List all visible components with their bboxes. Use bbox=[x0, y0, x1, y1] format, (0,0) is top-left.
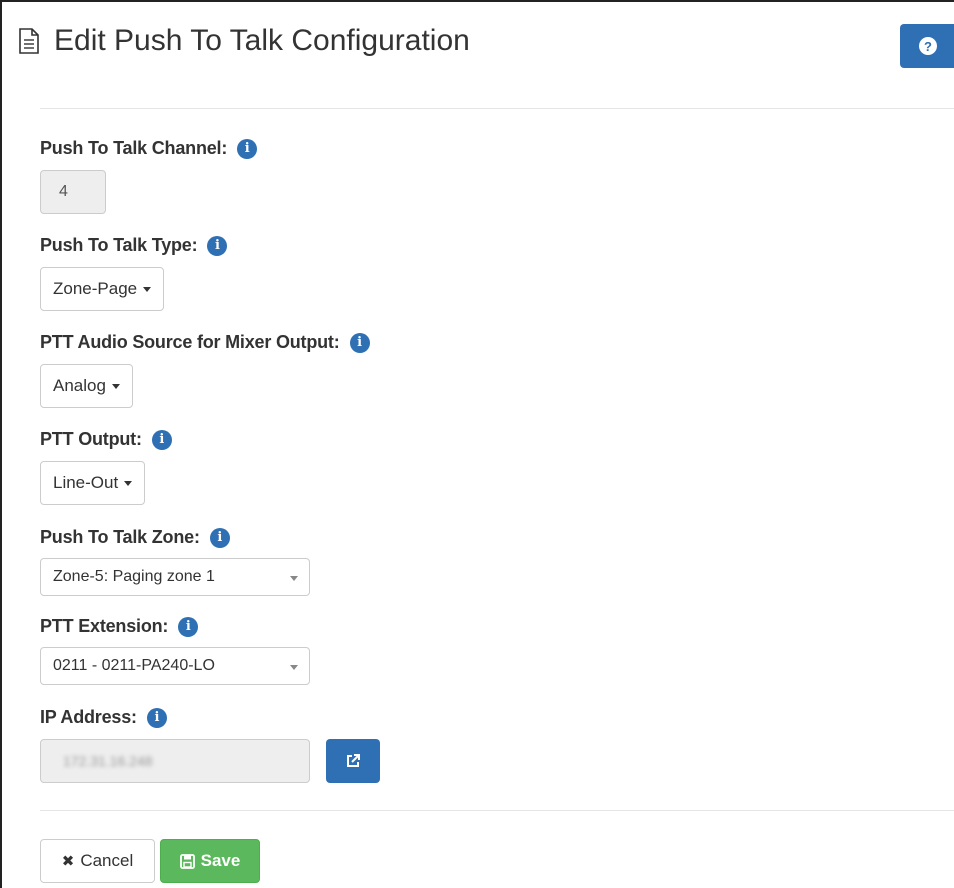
output-label: PTT Output: i bbox=[40, 429, 172, 450]
info-icon[interactable]: i bbox=[349, 332, 370, 353]
caret-down-icon bbox=[290, 576, 298, 581]
save-button-label: Save bbox=[200, 851, 241, 870]
info-icon[interactable]: i bbox=[151, 429, 172, 450]
type-dropdown[interactable]: Zone-Page bbox=[40, 267, 165, 311]
close-icon: ✖ bbox=[61, 853, 75, 870]
page-frame: Edit Push To Talk Configuration ? Push T… bbox=[0, 0, 954, 888]
ip-address-field: 172.31.16.248 bbox=[40, 739, 310, 783]
output-dropdown[interactable]: Line-Out bbox=[40, 461, 146, 505]
help-button[interactable]: ? bbox=[900, 24, 954, 68]
extension-select[interactable]: 0211 - 0211-PA240-LO bbox=[40, 647, 310, 685]
type-label: Push To Talk Type: i bbox=[40, 235, 228, 256]
info-icon[interactable]: i bbox=[146, 707, 167, 728]
info-icon[interactable]: i bbox=[178, 616, 199, 637]
audio-source-label-text: PTT Audio Source for Mixer Output: bbox=[40, 332, 340, 352]
ip-address-value: 172.31.16.248 bbox=[63, 753, 153, 769]
page-title: Edit Push To Talk Configuration bbox=[54, 24, 470, 57]
save-button[interactable]: Save bbox=[160, 839, 260, 883]
info-icon[interactable]: i bbox=[237, 138, 258, 159]
divider-bottom bbox=[40, 810, 954, 811]
cancel-button[interactable]: ✖ Cancel bbox=[40, 839, 155, 883]
external-link-icon bbox=[347, 754, 360, 767]
channel-label-text: Push To Talk Channel: bbox=[40, 138, 228, 158]
caret-down-icon bbox=[124, 480, 133, 486]
audio-source-label: PTT Audio Source for Mixer Output: i bbox=[40, 332, 370, 353]
zone-label: Push To Talk Zone: i bbox=[40, 527, 230, 548]
type-dropdown-value: Zone-Page bbox=[53, 279, 138, 298]
zone-select[interactable]: Zone-5: Paging zone 1 bbox=[40, 558, 310, 596]
extension-label-text: PTT Extension: bbox=[40, 616, 169, 636]
ip-address-label: IP Address: i bbox=[40, 707, 167, 728]
question-icon: ? bbox=[919, 37, 937, 55]
audio-source-dropdown[interactable]: Analog bbox=[40, 364, 133, 408]
type-label-text: Push To Talk Type: bbox=[40, 235, 198, 255]
open-external-button[interactable] bbox=[326, 739, 380, 783]
extension-select-value: 0211 - 0211-PA240-LO bbox=[53, 657, 215, 674]
output-dropdown-value: Line-Out bbox=[53, 473, 119, 492]
floppy-disk-icon bbox=[179, 853, 195, 869]
ip-address-label-text: IP Address: bbox=[40, 707, 137, 727]
output-label-text: PTT Output: bbox=[40, 429, 142, 449]
channel-field: 4 bbox=[40, 170, 106, 214]
extension-label: PTT Extension: i bbox=[40, 616, 199, 637]
page-header: Edit Push To Talk Configuration bbox=[18, 24, 470, 58]
document-icon bbox=[19, 28, 39, 54]
caret-down-icon bbox=[143, 286, 152, 292]
channel-label: Push To Talk Channel: i bbox=[40, 138, 258, 159]
audio-source-dropdown-value: Analog bbox=[53, 376, 106, 395]
info-icon[interactable]: i bbox=[207, 235, 228, 256]
caret-down-icon bbox=[111, 383, 120, 389]
zone-label-text: Push To Talk Zone: bbox=[40, 527, 200, 547]
divider-top bbox=[40, 108, 954, 109]
zone-select-value: Zone-5: Paging zone 1 bbox=[53, 568, 215, 585]
caret-down-icon bbox=[290, 665, 298, 670]
info-icon[interactable]: i bbox=[209, 527, 230, 548]
cancel-button-label: Cancel bbox=[80, 851, 134, 870]
